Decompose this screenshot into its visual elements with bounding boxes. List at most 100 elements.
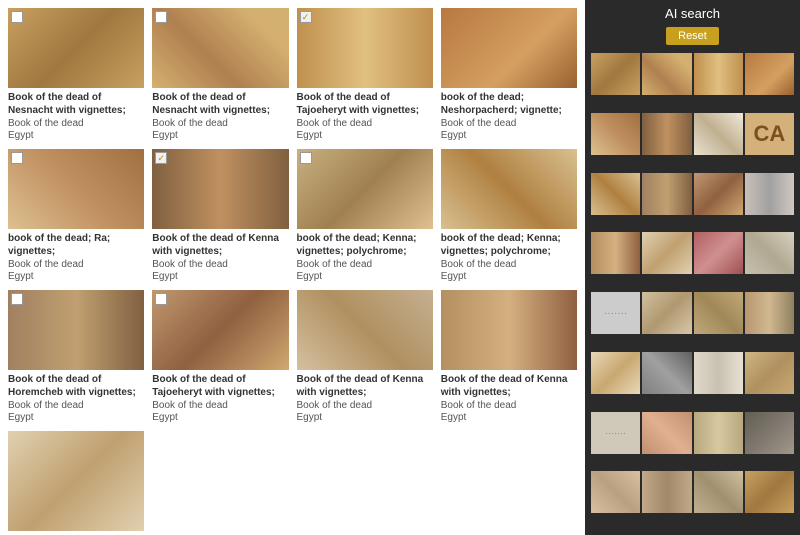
- item-image-container: [297, 290, 433, 370]
- item-subtitle: Book of the dead: [441, 117, 577, 130]
- list-item: Book of the dead of Tajoeheryt with vign…: [297, 8, 433, 141]
- ai-thumb-ca[interactable]: CA: [745, 113, 794, 155]
- ai-thumb-item[interactable]: [591, 173, 640, 215]
- item-title: book of the dead; Ra; vignettes;: [8, 232, 144, 258]
- item-image-container: [441, 149, 577, 229]
- list-item: book of the dead; Kenna; vignettes; poly…: [297, 149, 433, 282]
- item-image-container: [8, 290, 144, 370]
- ai-thumb-item[interactable]: [591, 53, 640, 95]
- item-thumbnail[interactable]: [441, 149, 577, 229]
- item-title: Book of the dead of Tajoeheryt with vign…: [152, 373, 288, 399]
- ai-thumb-item[interactable]: [694, 113, 743, 155]
- item-thumbnail[interactable]: [8, 149, 144, 229]
- item-checkbox[interactable]: [155, 11, 167, 23]
- item-title: book of the dead; Kenna; vignettes; poly…: [441, 232, 577, 258]
- item-title: Book of the dead of Horemcheb with vigne…: [8, 373, 144, 399]
- item-country: Egypt: [152, 130, 288, 141]
- ai-thumb-item[interactable]: [642, 471, 691, 513]
- item-thumbnail[interactable]: [152, 8, 288, 88]
- item-image-container: [152, 8, 288, 88]
- item-thumbnail[interactable]: [152, 149, 288, 229]
- ai-thumb-item[interactable]: [642, 232, 691, 274]
- ai-thumb-item[interactable]: [642, 53, 691, 95]
- item-checkbox[interactable]: [11, 293, 23, 305]
- item-image-container: [8, 8, 144, 88]
- item-country: Egypt: [152, 412, 288, 423]
- ai-thumb-item[interactable]: [694, 292, 743, 334]
- ca-label: CA: [745, 113, 794, 155]
- item-thumbnail[interactable]: [8, 431, 144, 531]
- item-title: Book of the dead of Kenna with vignettes…: [152, 232, 288, 258]
- item-title: Book of the dead of Kenna with vignettes…: [441, 373, 577, 399]
- item-checkbox[interactable]: [11, 11, 23, 23]
- item-subtitle: Book of the dead: [297, 258, 433, 271]
- ai-thumb-item[interactable]: [642, 352, 691, 394]
- ai-thumb-item[interactable]: [591, 232, 640, 274]
- item-thumbnail[interactable]: [8, 290, 144, 370]
- item-subtitle: Book of the dead: [441, 399, 577, 412]
- ai-thumb-item[interactable]: [694, 173, 743, 215]
- ai-thumb-item[interactable]: [694, 471, 743, 513]
- item-image-container: [297, 149, 433, 229]
- ai-thumb-item[interactable]: ·······: [591, 412, 640, 454]
- list-item: Book of the dead of Kenna with vignettes…: [8, 431, 144, 535]
- ai-thumb-item[interactable]: [745, 173, 794, 215]
- item-thumbnail[interactable]: [8, 8, 144, 88]
- item-subtitle: Book of the dead: [297, 399, 433, 412]
- item-thumbnail[interactable]: [297, 149, 433, 229]
- item-subtitle: Book of the dead: [152, 117, 288, 130]
- item-checkbox[interactable]: [11, 152, 23, 164]
- item-country: Egypt: [441, 412, 577, 423]
- list-item: Book of the dead of Tajoeheryt with vign…: [152, 290, 288, 423]
- ai-thumb-item[interactable]: [642, 292, 691, 334]
- ai-thumb-item[interactable]: [745, 292, 794, 334]
- list-item: book of the dead; Neshorpacherd; vignett…: [441, 8, 577, 141]
- ai-thumb-item[interactable]: [745, 53, 794, 95]
- item-thumbnail[interactable]: [297, 8, 433, 88]
- ai-thumb-item[interactable]: [745, 352, 794, 394]
- item-country: Egypt: [297, 271, 433, 282]
- item-image-container: [441, 8, 577, 88]
- item-thumbnail[interactable]: [152, 290, 288, 370]
- list-item: Book of the dead of Kenna with vignettes…: [152, 149, 288, 282]
- list-item: Book of the dead of Horemcheb with vigne…: [8, 290, 144, 423]
- ai-thumb-item[interactable]: [642, 173, 691, 215]
- ai-thumb-item[interactable]: [591, 113, 640, 155]
- item-image-container: [152, 290, 288, 370]
- item-thumbnail[interactable]: [441, 290, 577, 370]
- reset-button[interactable]: Reset: [666, 27, 719, 45]
- list-item: Book of the dead of Kenna with vignettes…: [297, 290, 433, 423]
- ai-thumb-item[interactable]: [694, 232, 743, 274]
- ai-thumb-item[interactable]: [642, 412, 691, 454]
- item-thumbnail[interactable]: [441, 8, 577, 88]
- ai-thumb-item[interactable]: [591, 352, 640, 394]
- item-checkbox[interactable]: [155, 293, 167, 305]
- item-image-container: [441, 290, 577, 370]
- artifact-grid: Book of the dead of Nesnacht with vignet…: [8, 8, 577, 535]
- ai-thumbnail-grid: CA ······· ·······: [591, 53, 794, 529]
- ai-thumb-item[interactable]: [694, 352, 743, 394]
- item-subtitle: Book of the dead: [152, 258, 288, 271]
- ai-thumb-item[interactable]: [745, 412, 794, 454]
- item-checkbox[interactable]: [300, 152, 312, 164]
- ai-thumb-item[interactable]: [591, 471, 640, 513]
- item-subtitle: Book of the dead: [297, 117, 433, 130]
- ai-thumb-item[interactable]: [694, 412, 743, 454]
- item-title: book of the dead; Neshorpacherd; vignett…: [441, 91, 577, 117]
- item-country: Egypt: [441, 271, 577, 282]
- item-subtitle: Book of the dead: [8, 258, 144, 271]
- ai-panel-title: AI search: [591, 6, 794, 21]
- main-content: Book of the dead of Nesnacht with vignet…: [0, 0, 585, 535]
- ai-thumb-item[interactable]: [694, 53, 743, 95]
- item-checkbox[interactable]: [300, 11, 312, 23]
- item-checkbox[interactable]: [155, 152, 167, 164]
- item-subtitle: Book of the dead: [8, 399, 144, 412]
- item-thumbnail[interactable]: [297, 290, 433, 370]
- ai-thumb-item[interactable]: [745, 471, 794, 513]
- item-subtitle: Book of the dead: [152, 399, 288, 412]
- ai-thumb-item[interactable]: [642, 113, 691, 155]
- item-subtitle: Book of the dead: [8, 117, 144, 130]
- ai-thumb-item[interactable]: [745, 232, 794, 274]
- ai-thumb-item[interactable]: ·······: [591, 292, 640, 334]
- item-title: Book of the dead of Tajoeheryt with vign…: [297, 91, 433, 117]
